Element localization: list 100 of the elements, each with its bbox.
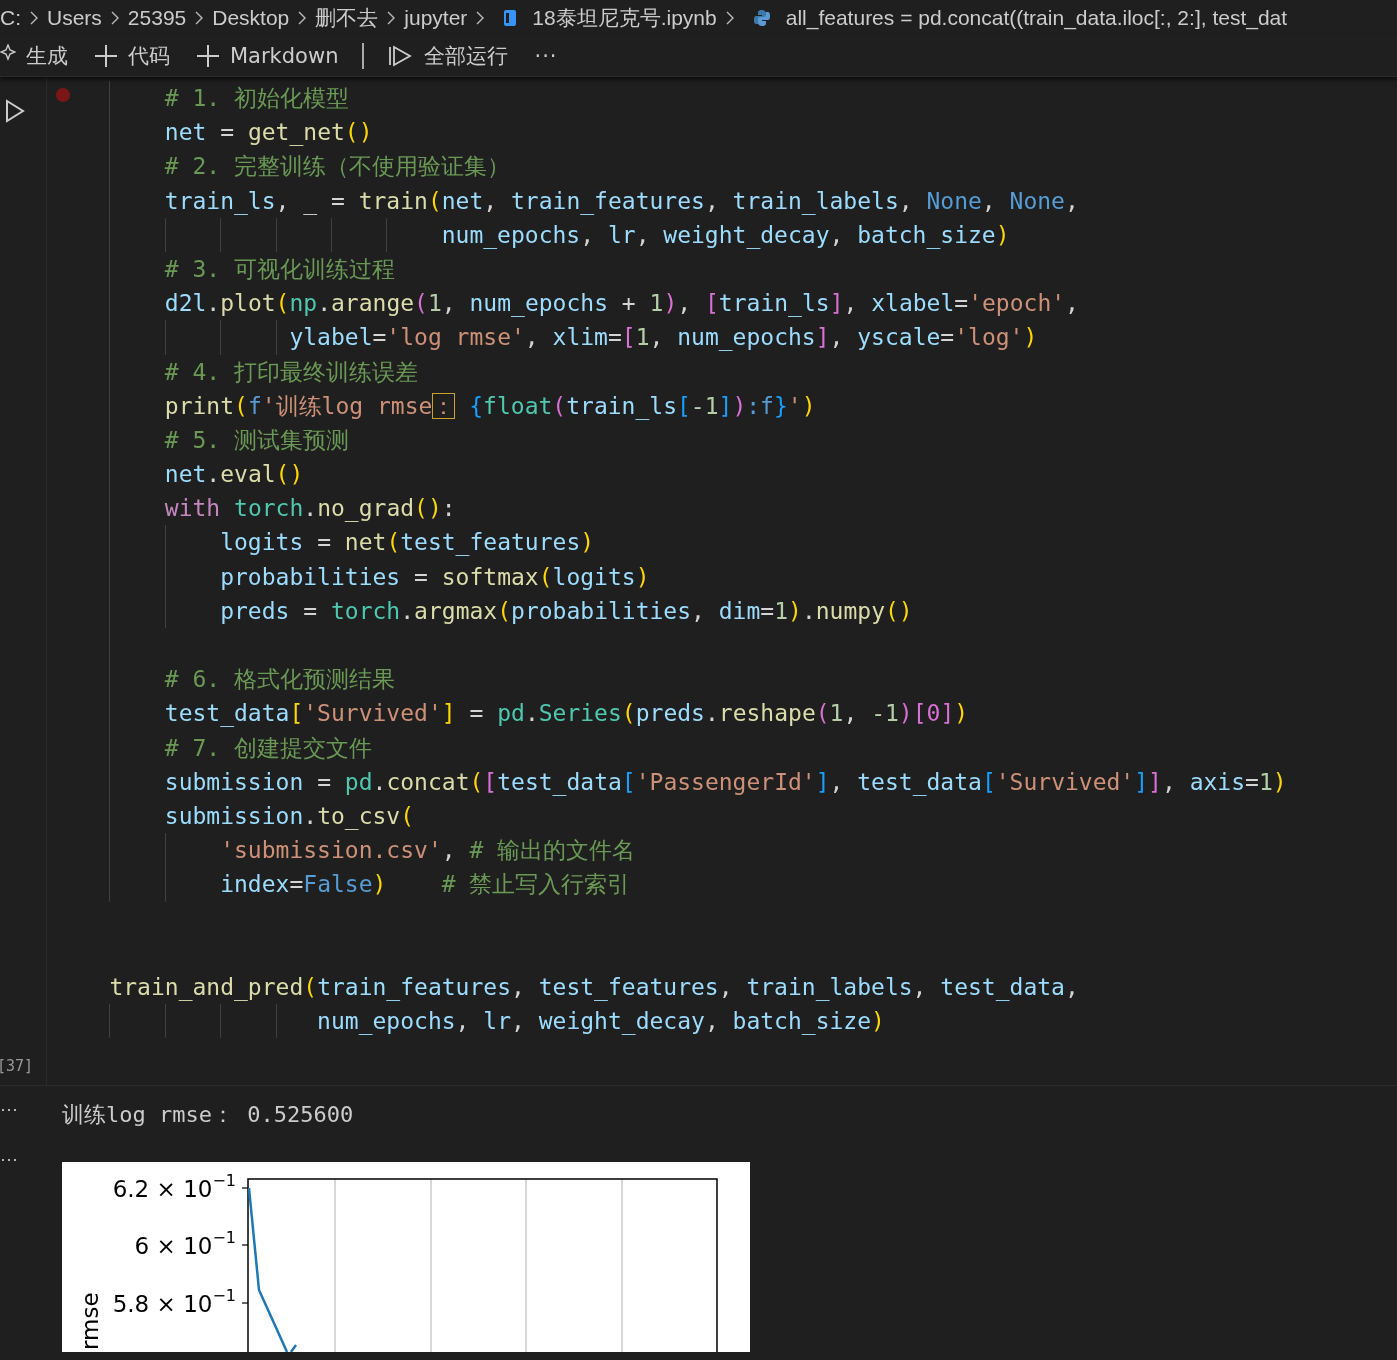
breakpoint-dot[interactable] <box>56 88 70 102</box>
code-token: 'submission.csv' <box>220 837 442 864</box>
code-token: pd <box>344 768 373 795</box>
code-token: ( <box>234 392 248 419</box>
code-token: ( <box>621 700 636 727</box>
code-token: , <box>511 1008 526 1035</box>
code-token: probabilities <box>220 563 401 590</box>
code-token: test_data <box>164 700 290 727</box>
code-token: ) <box>954 700 969 727</box>
output-menu-button[interactable]: ··· <box>0 1150 62 1168</box>
y-axis-label: rmse <box>77 1292 103 1350</box>
code-token: { <box>469 392 484 419</box>
code-token: train_labels <box>732 187 899 214</box>
code-comment: # 禁止写入行索引 <box>441 871 631 898</box>
code-token: test_data <box>857 768 982 795</box>
breadcrumb-item[interactable]: 删不去 <box>315 3 379 32</box>
code-token: pd <box>497 700 525 727</box>
code-token: ylabel <box>289 324 373 351</box>
code-token: 1 <box>427 290 442 317</box>
code-token: , <box>912 973 928 1000</box>
generate-button[interactable]: 生成 <box>0 39 70 72</box>
code-token: ) <box>372 871 387 898</box>
code-token: test_features <box>538 973 719 1000</box>
code-token: 'PassengerId' <box>635 768 816 795</box>
code-token: d2l <box>164 290 207 317</box>
code-token: , <box>524 324 540 351</box>
code-token: num_epochs <box>469 290 608 317</box>
code-token: submission <box>164 802 304 829</box>
code-token: logits <box>552 563 636 590</box>
code-token: , <box>691 597 706 624</box>
breadcrumb-item[interactable]: 18泰坦尼克号.ipynb <box>532 3 717 32</box>
code-token: , <box>635 221 651 248</box>
code-token: = <box>372 324 387 351</box>
code-token: , <box>455 1008 471 1035</box>
breadcrumb-item[interactable]: Desktop <box>212 5 290 30</box>
y-tick-label: 5.8 × 10$^{−1}$ <box>112 1286 236 1317</box>
code-token: [ <box>483 768 498 795</box>
code-token: weight_decay <box>663 221 830 248</box>
code-token: = <box>289 871 304 898</box>
code-token: , <box>1065 290 1079 317</box>
code-token: ( <box>303 973 318 1000</box>
code-token: , <box>704 187 720 214</box>
code-token: f <box>247 392 262 419</box>
code-token: = <box>607 324 622 351</box>
code-token: lr <box>607 221 636 248</box>
plus-icon <box>94 43 118 68</box>
code-token: , <box>441 837 457 864</box>
code-token: ) <box>1023 324 1038 351</box>
code-token: with <box>164 495 221 522</box>
code-token: print <box>164 392 235 419</box>
code-token: () <box>275 461 304 488</box>
code-token: , <box>704 1008 720 1035</box>
code-token: ) <box>1272 768 1287 795</box>
code-token: ( <box>552 392 567 419</box>
notebook-icon <box>503 8 518 27</box>
code-token: , <box>649 324 665 351</box>
code-token: . <box>524 700 539 727</box>
code-token: ) <box>732 392 747 419</box>
code-token: batch_size <box>732 1008 872 1035</box>
code-token: ] <box>815 768 830 795</box>
breadcrumb-item[interactable]: C: <box>0 5 21 30</box>
code-token: . <box>317 290 331 317</box>
code-token: reshape <box>718 700 816 727</box>
code-token: 'Survived' <box>995 768 1135 795</box>
code-token: 1 <box>1258 768 1273 795</box>
code-token: train_and_pred <box>109 973 304 1000</box>
add-cell-button[interactable]: Markdown <box>194 41 341 70</box>
more-button[interactable]: ··· <box>532 41 560 70</box>
code-token: , <box>677 290 693 317</box>
output-menu-button[interactable]: ··· <box>0 1100 62 1118</box>
code-token: index <box>220 871 290 898</box>
code-token: batch_size <box>857 221 996 248</box>
code-token: ( <box>497 597 512 624</box>
code-token: = <box>1245 768 1259 795</box>
code-token: test_data <box>497 768 622 795</box>
code-token: ) <box>995 221 1010 248</box>
breadcrumb-item[interactable]: all_features = pd.concat((train_data.iloc[:, 2:], test_dat <box>785 5 1288 30</box>
code-token: torch <box>234 495 304 522</box>
breadcrumb-item[interactable]: jupyter <box>404 5 468 30</box>
code-token: ( <box>469 768 484 795</box>
breadcrumb-item[interactable]: Users <box>47 5 102 30</box>
code-token: num_epochs <box>317 1008 456 1035</box>
code-token: 'epoch' <box>968 290 1066 317</box>
code-token: xlabel <box>871 290 955 317</box>
code-token: get_net <box>247 119 345 146</box>
tick-mark <box>241 1244 249 1246</box>
code-token: [ <box>289 700 304 727</box>
code-token: train_ls <box>566 392 677 419</box>
breadcrumb-item[interactable]: 25395 <box>127 5 187 30</box>
code-token: -1 <box>871 700 899 727</box>
code-token: :f <box>746 392 774 419</box>
code-token: . <box>704 700 719 727</box>
code-token: = <box>940 324 955 351</box>
code-token: net <box>164 119 207 146</box>
add-cell-button[interactable]: 代码 <box>92 39 172 72</box>
code-token: ) <box>663 290 678 317</box>
code-token: = <box>303 597 319 624</box>
code-token: ： <box>432 392 456 419</box>
run-all-button[interactable]: 全部运行 <box>386 39 511 72</box>
code-token: num_epochs <box>441 221 581 248</box>
